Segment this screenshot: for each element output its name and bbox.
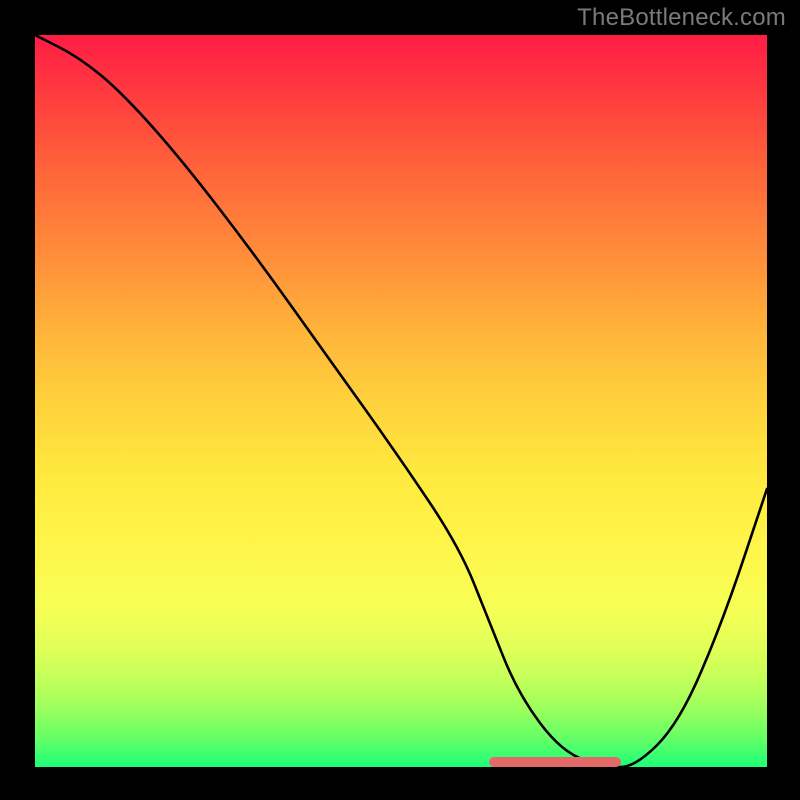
chart-stage: TheBottleneck.com [0,0,800,800]
gradient-area [35,35,767,767]
watermark-text: TheBottleneck.com [577,4,786,32]
optimal-zone-marker [489,757,621,767]
